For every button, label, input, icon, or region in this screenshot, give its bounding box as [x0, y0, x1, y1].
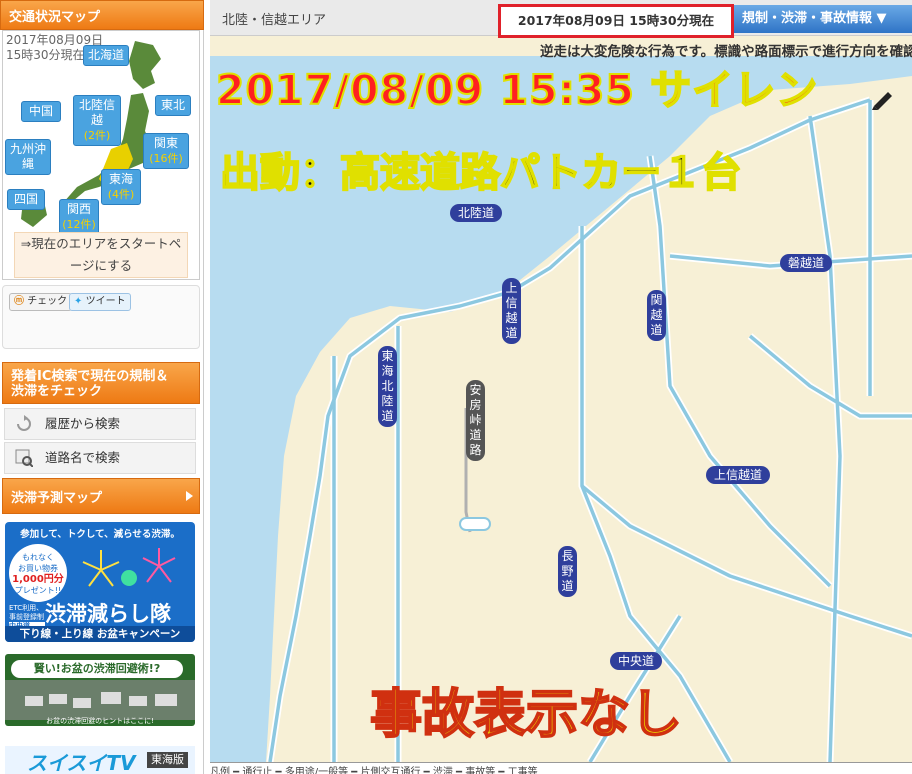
- region-count: (16件): [149, 152, 183, 165]
- pencil-icon[interactable]: [870, 88, 894, 110]
- tweet-label: ツイート: [85, 296, 126, 307]
- region-shikoku[interactable]: 四国: [7, 189, 45, 210]
- check-label: チェック: [27, 296, 68, 307]
- road-badge-label: 長野道: [561, 549, 574, 593]
- refresh-icon: [17, 415, 31, 431]
- ic-search-title-2: 渋滞をチェック: [11, 384, 103, 399]
- ic-search-title-1: 発着IC検索で現在の規制＆: [11, 369, 169, 384]
- start-page-label: ⇒現在のエリアをスタートページにする: [20, 236, 182, 273]
- road-badge-label: 安房峠道路: [469, 383, 482, 457]
- search-road-name-label: 道路名で検索: [45, 450, 121, 465]
- map-legend: 凡例 ━ 通行止 ━ 多用途/一般等 ━ 片側交互通行 ━ 渋滞 ━ 事故等 ━…: [210, 762, 912, 774]
- search-history-button[interactable]: 履歴から検索: [4, 408, 196, 440]
- banner1-top: 参加して、トクして、減らせる渋滞。: [20, 529, 180, 540]
- region-label: 北海道: [87, 48, 124, 62]
- traffic-map-panel[interactable]: 北陸道 上信越道 関越道 磐越道 東海北陸道 上信越道 長野道 中央道 安房峠道…: [210, 0, 912, 774]
- region-kansai[interactable]: 関西 (12件): [59, 199, 99, 235]
- road-badge-joshinetsu-h[interactable]: 上信越道: [706, 466, 771, 484]
- share-box: ⓜ チェック ✦ ツイート: [2, 285, 200, 349]
- check-button[interactable]: ⓜ チェック: [9, 293, 73, 311]
- set-start-page-link[interactable]: ⇒現在のエリアをスタートページにする: [14, 232, 188, 278]
- banner1-sub: 下り線・上り線 お盆キャンペーン: [5, 626, 195, 642]
- road-badge-nagano[interactable]: 長野道: [558, 546, 577, 597]
- region-chugoku[interactable]: 中国: [21, 101, 61, 122]
- magnifier-icon: [15, 449, 33, 467]
- map-header-bar: 北陸・信越エリア 2017年08月09日 15時30分現在 規制・渋滞・事故情報…: [210, 0, 912, 38]
- prize-amount: 1,000円分: [12, 574, 64, 585]
- banner2-title: 賢い!お盆の渋滞回避術!?: [11, 660, 183, 678]
- obon-tips-banner[interactable]: 賢い!お盆の渋滞回避術!? お盆の渋滞回避のヒントはここに!: [5, 654, 195, 726]
- banner2-sub: お盆の渋滞回避のヒントはここに!: [46, 717, 154, 725]
- road-badge-kanetsu[interactable]: 関越道: [647, 290, 666, 341]
- arrow-right-icon: [186, 491, 193, 501]
- region-kanto[interactable]: 関東 (16件): [143, 133, 189, 169]
- region-hokuriku[interactable]: 北陸信越 (2件): [73, 95, 121, 146]
- road-badge-label: 東海北陸道: [381, 349, 394, 423]
- road-badge-chuo[interactable]: 中央道: [610, 652, 663, 670]
- traffic-jam-photo-icon: [5, 680, 195, 720]
- tag-line: 事前登録制: [9, 613, 44, 621]
- search-history-label: 履歴から検索: [45, 416, 121, 431]
- traffic-map-header[interactable]: 交通状況マップ: [0, 0, 204, 30]
- map-timestamp: 2017年08月09日 15時30分現在: [498, 4, 734, 38]
- suisui-region: 東海版: [147, 752, 188, 768]
- suisui-tv-logo: スイスイTV: [27, 751, 136, 774]
- road-badge-label: 関越道: [650, 293, 663, 337]
- congestion-campaign-banner[interactable]: 参加して、トクして、減らせる渋滞。 もれなく お買い物券 1,000円分 プレゼ…: [5, 522, 195, 642]
- road-badge-label: 上信越道: [505, 281, 518, 340]
- page-root: 交通状況マップ 2017年08月09日 15時30分現在 北海道 中国 北陸信越…: [0, 0, 912, 774]
- search-road-name-button[interactable]: 道路名で検索: [4, 442, 196, 474]
- prize-badge: もれなく お買い物券 1,000円分 プレゼント!!: [9, 544, 67, 602]
- region-tokai[interactable]: 東海 (4件): [101, 169, 141, 205]
- fireworks-icon: [82, 548, 176, 587]
- road-badge-tokai-hokuriku[interactable]: 東海北陸道: [378, 346, 397, 427]
- region-label: 東北: [160, 98, 185, 112]
- tag-line: ETC利用、: [9, 604, 44, 612]
- region-label: 四国: [13, 192, 38, 206]
- forecast-map-label: 渋滞予測マップ: [11, 490, 103, 506]
- check-icon: ⓜ: [14, 296, 24, 307]
- region-label: 北陸信越: [78, 98, 115, 127]
- twitter-bird-icon: ✦: [74, 296, 83, 307]
- region-tohoku[interactable]: 東北: [155, 95, 191, 116]
- overlay-no-accident: 事故表示なし: [369, 684, 683, 746]
- road-badge-hokuriku[interactable]: 北陸道: [450, 204, 503, 222]
- prize-line: もれなく: [22, 553, 54, 562]
- region-hokkaido[interactable]: 北海道: [83, 45, 129, 66]
- region-count: (4件): [107, 188, 135, 201]
- road-badge-abo-toge[interactable]: 安房峠道路: [466, 380, 485, 461]
- tweet-button[interactable]: ✦ ツイート: [69, 293, 131, 311]
- prize-line: お買い物券: [18, 564, 58, 573]
- region-label: 関東: [153, 136, 178, 150]
- traffic-info-dropdown[interactable]: 規制・渋滞・事故情報 ▼: [734, 5, 912, 33]
- forecast-map-header[interactable]: 渋滞予測マップ: [2, 478, 200, 514]
- region-count: (12件): [62, 218, 96, 231]
- banner1-title: 渋滞減らし隊: [45, 602, 171, 626]
- region-label: 中国: [28, 104, 53, 118]
- road-badge-joshinetsu-v[interactable]: 上信越道: [502, 278, 521, 344]
- suisui-tv-banner[interactable]: スイスイTV 東海版: [5, 746, 195, 774]
- road-badge-banetsu[interactable]: 磐越道: [780, 254, 833, 272]
- traffic-map-header-label: 交通状況マップ: [9, 9, 101, 25]
- region-label: 九州沖縄: [9, 142, 46, 171]
- region-label: 東海: [108, 172, 133, 186]
- ic-search-header[interactable]: 発着IC検索で現在の規制＆ 渋滞をチェック: [2, 362, 200, 404]
- region-kyushu[interactable]: 九州沖縄: [5, 139, 51, 175]
- overlay-time-siren: 2017/08/09 15:35 サイレン: [215, 65, 819, 115]
- region-count: (2件): [83, 129, 111, 142]
- region-label: 関西: [66, 202, 91, 216]
- sidebar: 交通状況マップ 2017年08月09日 15時30分現在 北海道 中国 北陸信越…: [0, 0, 204, 774]
- prize-line: プレゼント!!: [14, 586, 62, 595]
- wrong-way-warning-ticker: 逆走は大変危険な行為です。標識や路面標示で進行方向を確認: [540, 44, 912, 60]
- area-title: 北陸・信越エリア: [222, 13, 327, 28]
- overlay-patrol-dispatch: 出動：高速道路パトカー１台: [219, 149, 742, 197]
